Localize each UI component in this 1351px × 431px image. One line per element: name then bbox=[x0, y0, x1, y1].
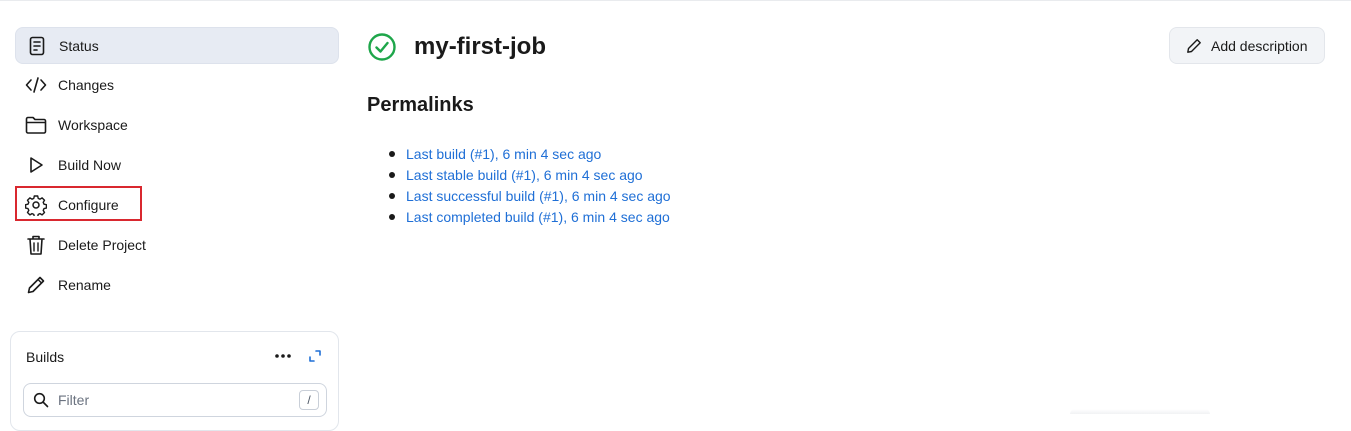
list-item: Last successful build (#1), 6 min 4 sec … bbox=[367, 187, 671, 208]
list-item: Last completed build (#1), 6 min 4 sec a… bbox=[367, 208, 671, 229]
filter-input[interactable] bbox=[58, 390, 278, 410]
trash-icon bbox=[25, 234, 47, 256]
permalink-last-stable-build[interactable]: Last stable build (#1), 6 min 4 sec ago bbox=[406, 167, 643, 183]
expand-icon[interactable] bbox=[305, 346, 325, 366]
permalink-last-successful-build[interactable]: Last successful build (#1), 6 min 4 sec … bbox=[406, 188, 671, 204]
success-check-icon bbox=[367, 32, 397, 62]
code-icon bbox=[25, 74, 47, 96]
add-description-label: Add description bbox=[1211, 38, 1308, 54]
sidebar-item-label: Workspace bbox=[58, 117, 128, 133]
sidebar-item-status[interactable]: Status bbox=[15, 27, 339, 64]
permalinks-list: Last build (#1), 6 min 4 sec ago Last st… bbox=[367, 145, 671, 229]
sidebar-item-delete-project[interactable]: Delete Project bbox=[15, 227, 339, 264]
list-item: Last stable build (#1), 6 min 4 sec ago bbox=[367, 166, 671, 187]
permalinks-heading: Permalinks bbox=[367, 94, 474, 116]
sidebar-item-label: Delete Project bbox=[58, 237, 146, 253]
add-description-button[interactable]: Add description bbox=[1169, 27, 1325, 64]
sidebar-item-configure[interactable]: Configure bbox=[15, 187, 339, 224]
page-title: my-first-job bbox=[414, 33, 546, 60]
sidebar-item-rename[interactable]: Rename bbox=[15, 267, 339, 304]
sidebar-item-changes[interactable]: Changes bbox=[15, 67, 339, 104]
sidebar-item-label: Build Now bbox=[58, 157, 122, 173]
keyboard-shortcut-hint: / bbox=[299, 390, 319, 410]
pencil-icon bbox=[25, 274, 47, 296]
builds-panel: Builds / bbox=[10, 331, 339, 431]
sidebar-item-label: Rename bbox=[58, 277, 111, 293]
sidebar-item-build-now[interactable]: Build Now bbox=[15, 147, 339, 184]
sidebar: Status Changes Workspace Build Now Confi… bbox=[0, 0, 355, 431]
list-item: Last build (#1), 6 min 4 sec ago bbox=[367, 145, 671, 166]
sidebar-item-workspace[interactable]: Workspace bbox=[15, 107, 339, 144]
gear-icon bbox=[25, 194, 47, 216]
builds-title: Builds bbox=[26, 349, 65, 365]
folder-icon bbox=[25, 114, 47, 136]
floating-panel-edge bbox=[1070, 409, 1210, 414]
search-icon bbox=[33, 392, 49, 408]
sidebar-item-label: Configure bbox=[58, 197, 119, 213]
document-icon bbox=[26, 35, 48, 57]
more-options-icon[interactable] bbox=[273, 346, 293, 366]
permalink-last-completed-build[interactable]: Last completed build (#1), 6 min 4 sec a… bbox=[406, 209, 670, 225]
sidebar-item-label: Status bbox=[59, 38, 99, 54]
pencil-icon bbox=[1186, 38, 1202, 54]
play-icon bbox=[25, 154, 47, 176]
builds-filter: / bbox=[23, 383, 327, 417]
permalink-last-build[interactable]: Last build (#1), 6 min 4 sec ago bbox=[406, 146, 601, 162]
sidebar-item-label: Changes bbox=[58, 77, 115, 93]
